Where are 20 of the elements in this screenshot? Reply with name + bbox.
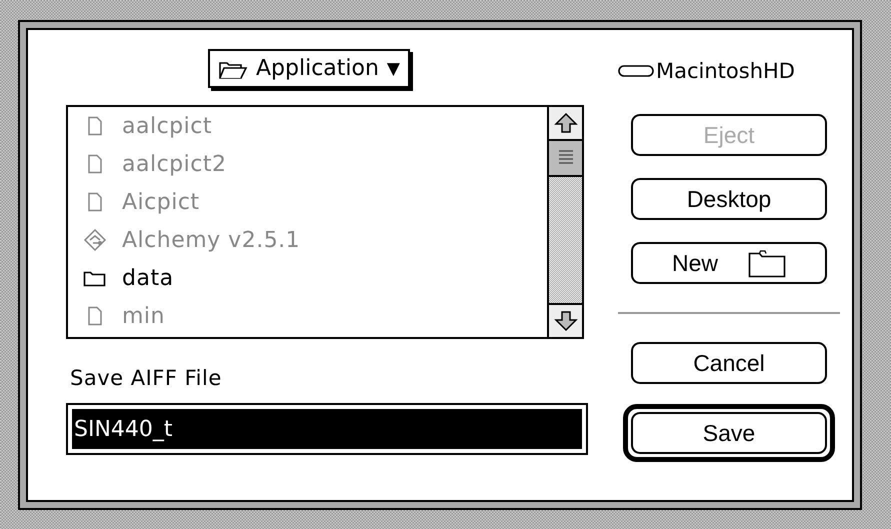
folder-icon (748, 248, 786, 278)
prompt-label: Save AIFF File (69, 366, 223, 390)
application-icon (83, 228, 107, 252)
scroll-down-button[interactable] (549, 303, 582, 337)
document-icon (87, 116, 103, 136)
scroll-up-button[interactable] (549, 107, 582, 141)
dialog-button[interactable]: Save (631, 412, 827, 454)
file-item[interactable]: data (68, 259, 547, 297)
filename-field[interactable]: SIN440_t (66, 403, 588, 455)
disk-name: MacintoshHD (656, 58, 795, 82)
document-icon (87, 306, 103, 326)
document-icon (87, 192, 103, 212)
dialog-button[interactable]: New (631, 242, 827, 284)
document-icon (87, 154, 103, 174)
scrollbar[interactable] (547, 107, 582, 337)
filename-text: SIN440_t (72, 409, 582, 449)
folder-popup[interactable]: Application ▼ (208, 49, 410, 88)
scroll-thumb[interactable] (549, 141, 582, 177)
dialog-button[interactable]: Desktop (631, 178, 827, 220)
dialog-button[interactable]: Cancel (631, 342, 827, 384)
